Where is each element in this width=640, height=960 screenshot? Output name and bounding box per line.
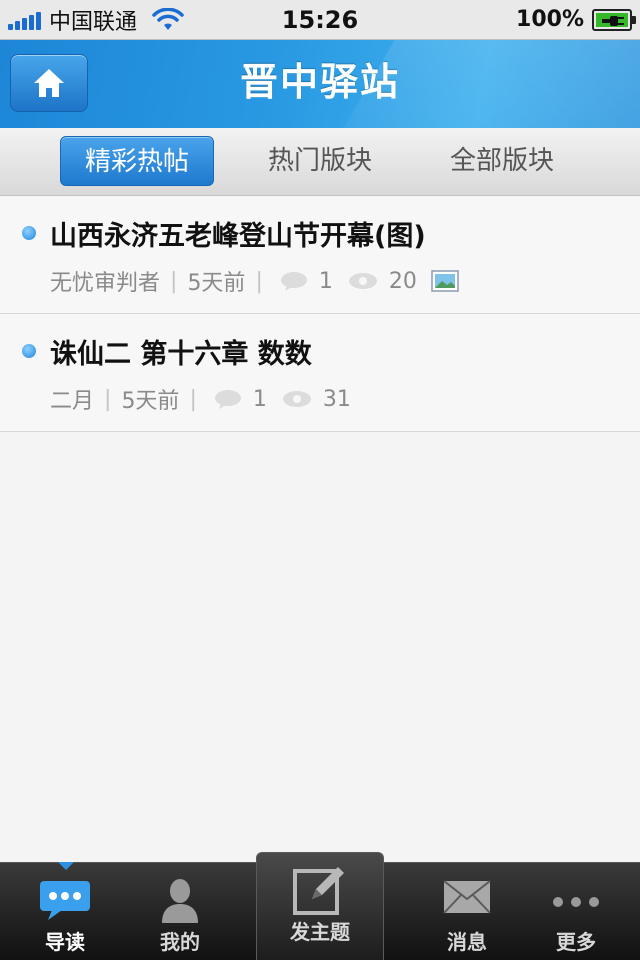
active-tab-indicator [58,862,74,870]
new-topic-content: 发主题 [257,863,383,960]
post-author: 二月 [50,389,95,414]
tab-bar-label: 导读 [45,930,85,954]
eye-icon [282,391,311,407]
home-icon [34,69,64,97]
tab-bar-item-new-topic[interactable]: 发主题 [256,852,384,960]
battery-icon [592,8,636,31]
segment-tab-strip: 精彩热帖 热门版块 全部版块 [0,128,640,196]
status-bar: 中国联通 15:26 100% [0,0,640,40]
divider: | [104,386,112,412]
comment-icon [280,272,307,291]
post-time: 5天前 [187,271,246,296]
charging-plug-icon [602,15,624,26]
comment-icon [214,390,241,409]
list-item[interactable]: 山西永济五老峰登山节开幕(图) 无忧审判者 | 5天前 | 1 20 [0,196,640,314]
post-title: 山西永济五老峰登山节开幕(图) [50,221,426,252]
view-count: 20 [388,268,417,294]
unread-dot-icon [22,344,36,358]
post-meta: 二月 | 5天前 | 1 31 [50,384,359,415]
page-title: 晋中驿站 [239,60,400,104]
navigation-bar: 晋中驿站 [0,40,640,128]
divider: | [189,386,197,412]
wifi-icon [152,7,184,30]
chat-dots-icon [40,881,90,920]
tab-bar-label: 更多 [556,930,596,954]
tab-bar-label: 发主题 [290,920,350,944]
battery-indicator: 100% [516,7,636,32]
post-time: 5天前 [121,389,180,414]
post-author: 无忧审判者 [50,271,161,296]
compose-icon [293,867,344,915]
tab-bar-item-messages[interactable]: 消息 [400,863,534,960]
post-meta: 无忧审判者 | 5天前 | 1 20 [50,266,469,296]
comment-count: 1 [318,268,333,294]
battery-percent: 100% [516,7,584,32]
tab-bar-item-guide[interactable]: 导读 [0,863,130,960]
tab-hot-forums[interactable]: 热门版块 [243,136,397,186]
tab-bar-label: 消息 [447,930,487,954]
tab-bar-item-mine[interactable]: 我的 [118,863,242,960]
envelope-icon [443,880,491,914]
signal-strength-icon [8,10,43,30]
eye-icon [348,273,377,289]
home-button[interactable] [10,54,88,112]
image-attachment-icon [431,270,459,292]
view-count: 31 [322,386,351,412]
comment-count: 1 [252,386,267,412]
tab-all-forums[interactable]: 全部版块 [425,136,579,186]
tab-bar-item-more[interactable]: 更多 [516,863,636,960]
divider: | [255,268,263,294]
unread-dot-icon [22,226,36,240]
tab-bar-label: 我的 [160,930,200,954]
post-title: 诛仙二 第十六章 数数 [50,339,312,370]
carrier-name: 中国联通 [49,9,138,35]
divider: | [170,268,178,294]
post-list: 山西永济五老峰登山节开幕(图) 无忧审判者 | 5天前 | 1 20 诛仙二 第… [0,196,640,432]
more-dots-icon [553,897,599,907]
user-icon [162,879,198,923]
tab-featured-posts[interactable]: 精彩热帖 [60,136,214,186]
list-item[interactable]: 诛仙二 第十六章 数数 二月 | 5天前 | 1 31 [0,314,640,432]
